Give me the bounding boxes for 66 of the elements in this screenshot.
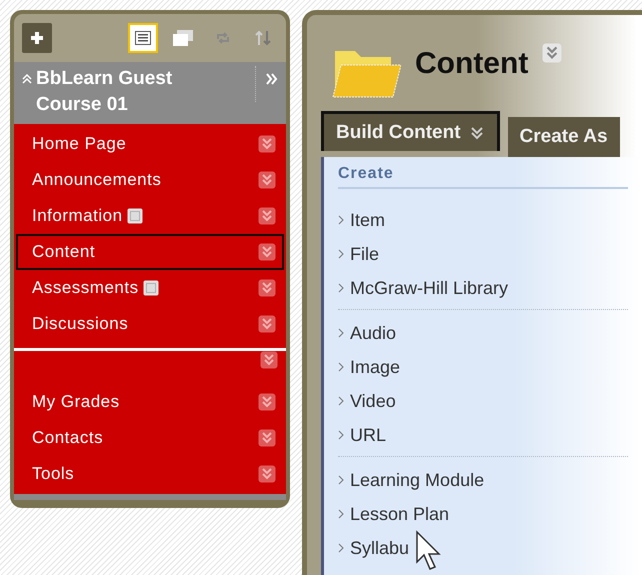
chevron-icon xyxy=(338,430,344,440)
menu-item[interactable]: Tools xyxy=(16,456,284,492)
chevron-icon[interactable] xyxy=(258,171,276,189)
menu-item[interactable]: My Grades xyxy=(16,384,284,420)
menu-option[interactable]: McGraw-Hill Library xyxy=(338,271,628,305)
chevron-icon[interactable] xyxy=(542,43,562,63)
chevron-icon xyxy=(338,249,344,259)
menu-item[interactable]: Announcements xyxy=(16,162,284,198)
menu-item-label[interactable]: Announcements xyxy=(32,170,162,190)
menu-item[interactable]: Content xyxy=(16,234,284,270)
dotted-square-icon xyxy=(126,208,143,224)
menu-item-label[interactable]: Information xyxy=(32,206,123,226)
menu-option[interactable]: Video xyxy=(338,384,628,418)
chevron-icon xyxy=(338,283,344,293)
plus-icon xyxy=(30,31,44,45)
menu-option[interactable]: URL xyxy=(338,418,628,452)
add-button[interactable] xyxy=(22,23,52,53)
chevron-icon[interactable] xyxy=(258,207,276,225)
menu-item-label[interactable]: Content xyxy=(32,242,96,262)
menu-option[interactable]: Learning Module xyxy=(338,463,628,497)
menu-item[interactable]: Assessments xyxy=(16,270,284,306)
menu-option[interactable]: Image xyxy=(338,350,628,384)
chevron-icon xyxy=(338,543,344,553)
menu-option[interactable]: Lesson Plan xyxy=(338,497,628,531)
page-title: Content xyxy=(415,47,528,81)
expand-icon[interactable] xyxy=(266,72,278,86)
chevron-icon xyxy=(338,215,344,225)
double-chevron-icon xyxy=(468,124,485,140)
dotted-square-icon xyxy=(142,280,159,296)
action-tab[interactable]: Create As xyxy=(508,117,620,157)
chevron-icon xyxy=(338,475,344,485)
chevron-icon[interactable] xyxy=(258,279,276,297)
chevron-icon[interactable] xyxy=(260,351,278,369)
chevron-icon[interactable] xyxy=(258,465,276,483)
refresh-icon xyxy=(215,30,231,46)
chevron-icon[interactable] xyxy=(258,393,276,411)
chevron-icon[interactable] xyxy=(258,135,276,153)
list-icon xyxy=(135,31,151,45)
chevron-icon xyxy=(338,328,344,338)
menu-item-label[interactable]: Assessments xyxy=(32,278,139,298)
menu-item[interactable]: Contacts xyxy=(16,420,284,456)
menu-item[interactable]: Discussions xyxy=(16,306,284,342)
menu-item-label[interactable]: Tools xyxy=(32,464,74,484)
menu-item-label[interactable]: My Grades xyxy=(32,392,120,412)
chevron-icon[interactable] xyxy=(258,315,276,333)
chevron-icon xyxy=(338,396,344,406)
chevron-icon[interactable] xyxy=(258,429,276,447)
menu-option[interactable]: Item xyxy=(338,203,628,237)
windows-icon xyxy=(173,30,193,46)
menu-item-label[interactable]: Contacts xyxy=(32,428,104,448)
sort-icon xyxy=(254,29,272,47)
view-button[interactable] xyxy=(128,23,158,53)
course-title[interactable]: BbLearn Guest Course 01 xyxy=(36,66,196,120)
menu-item-label[interactable]: Home Page xyxy=(32,134,126,154)
chevron-icon xyxy=(338,362,344,372)
collapse-icon[interactable] xyxy=(22,74,32,84)
menu-item-label[interactable]: Discussions xyxy=(32,314,128,334)
menu-option[interactable]: File xyxy=(338,237,628,271)
menu-heading: Create xyxy=(338,165,628,189)
chevron-icon xyxy=(338,509,344,519)
menu-item[interactable]: Home Page xyxy=(16,126,284,162)
chevron-icon[interactable] xyxy=(258,243,276,261)
menu-option[interactable]: Syllabu xyxy=(338,531,628,565)
menu-option[interactable]: Audio xyxy=(338,316,628,350)
menu-item[interactable]: Information xyxy=(16,198,284,234)
action-tab[interactable]: Build Content xyxy=(321,111,500,151)
